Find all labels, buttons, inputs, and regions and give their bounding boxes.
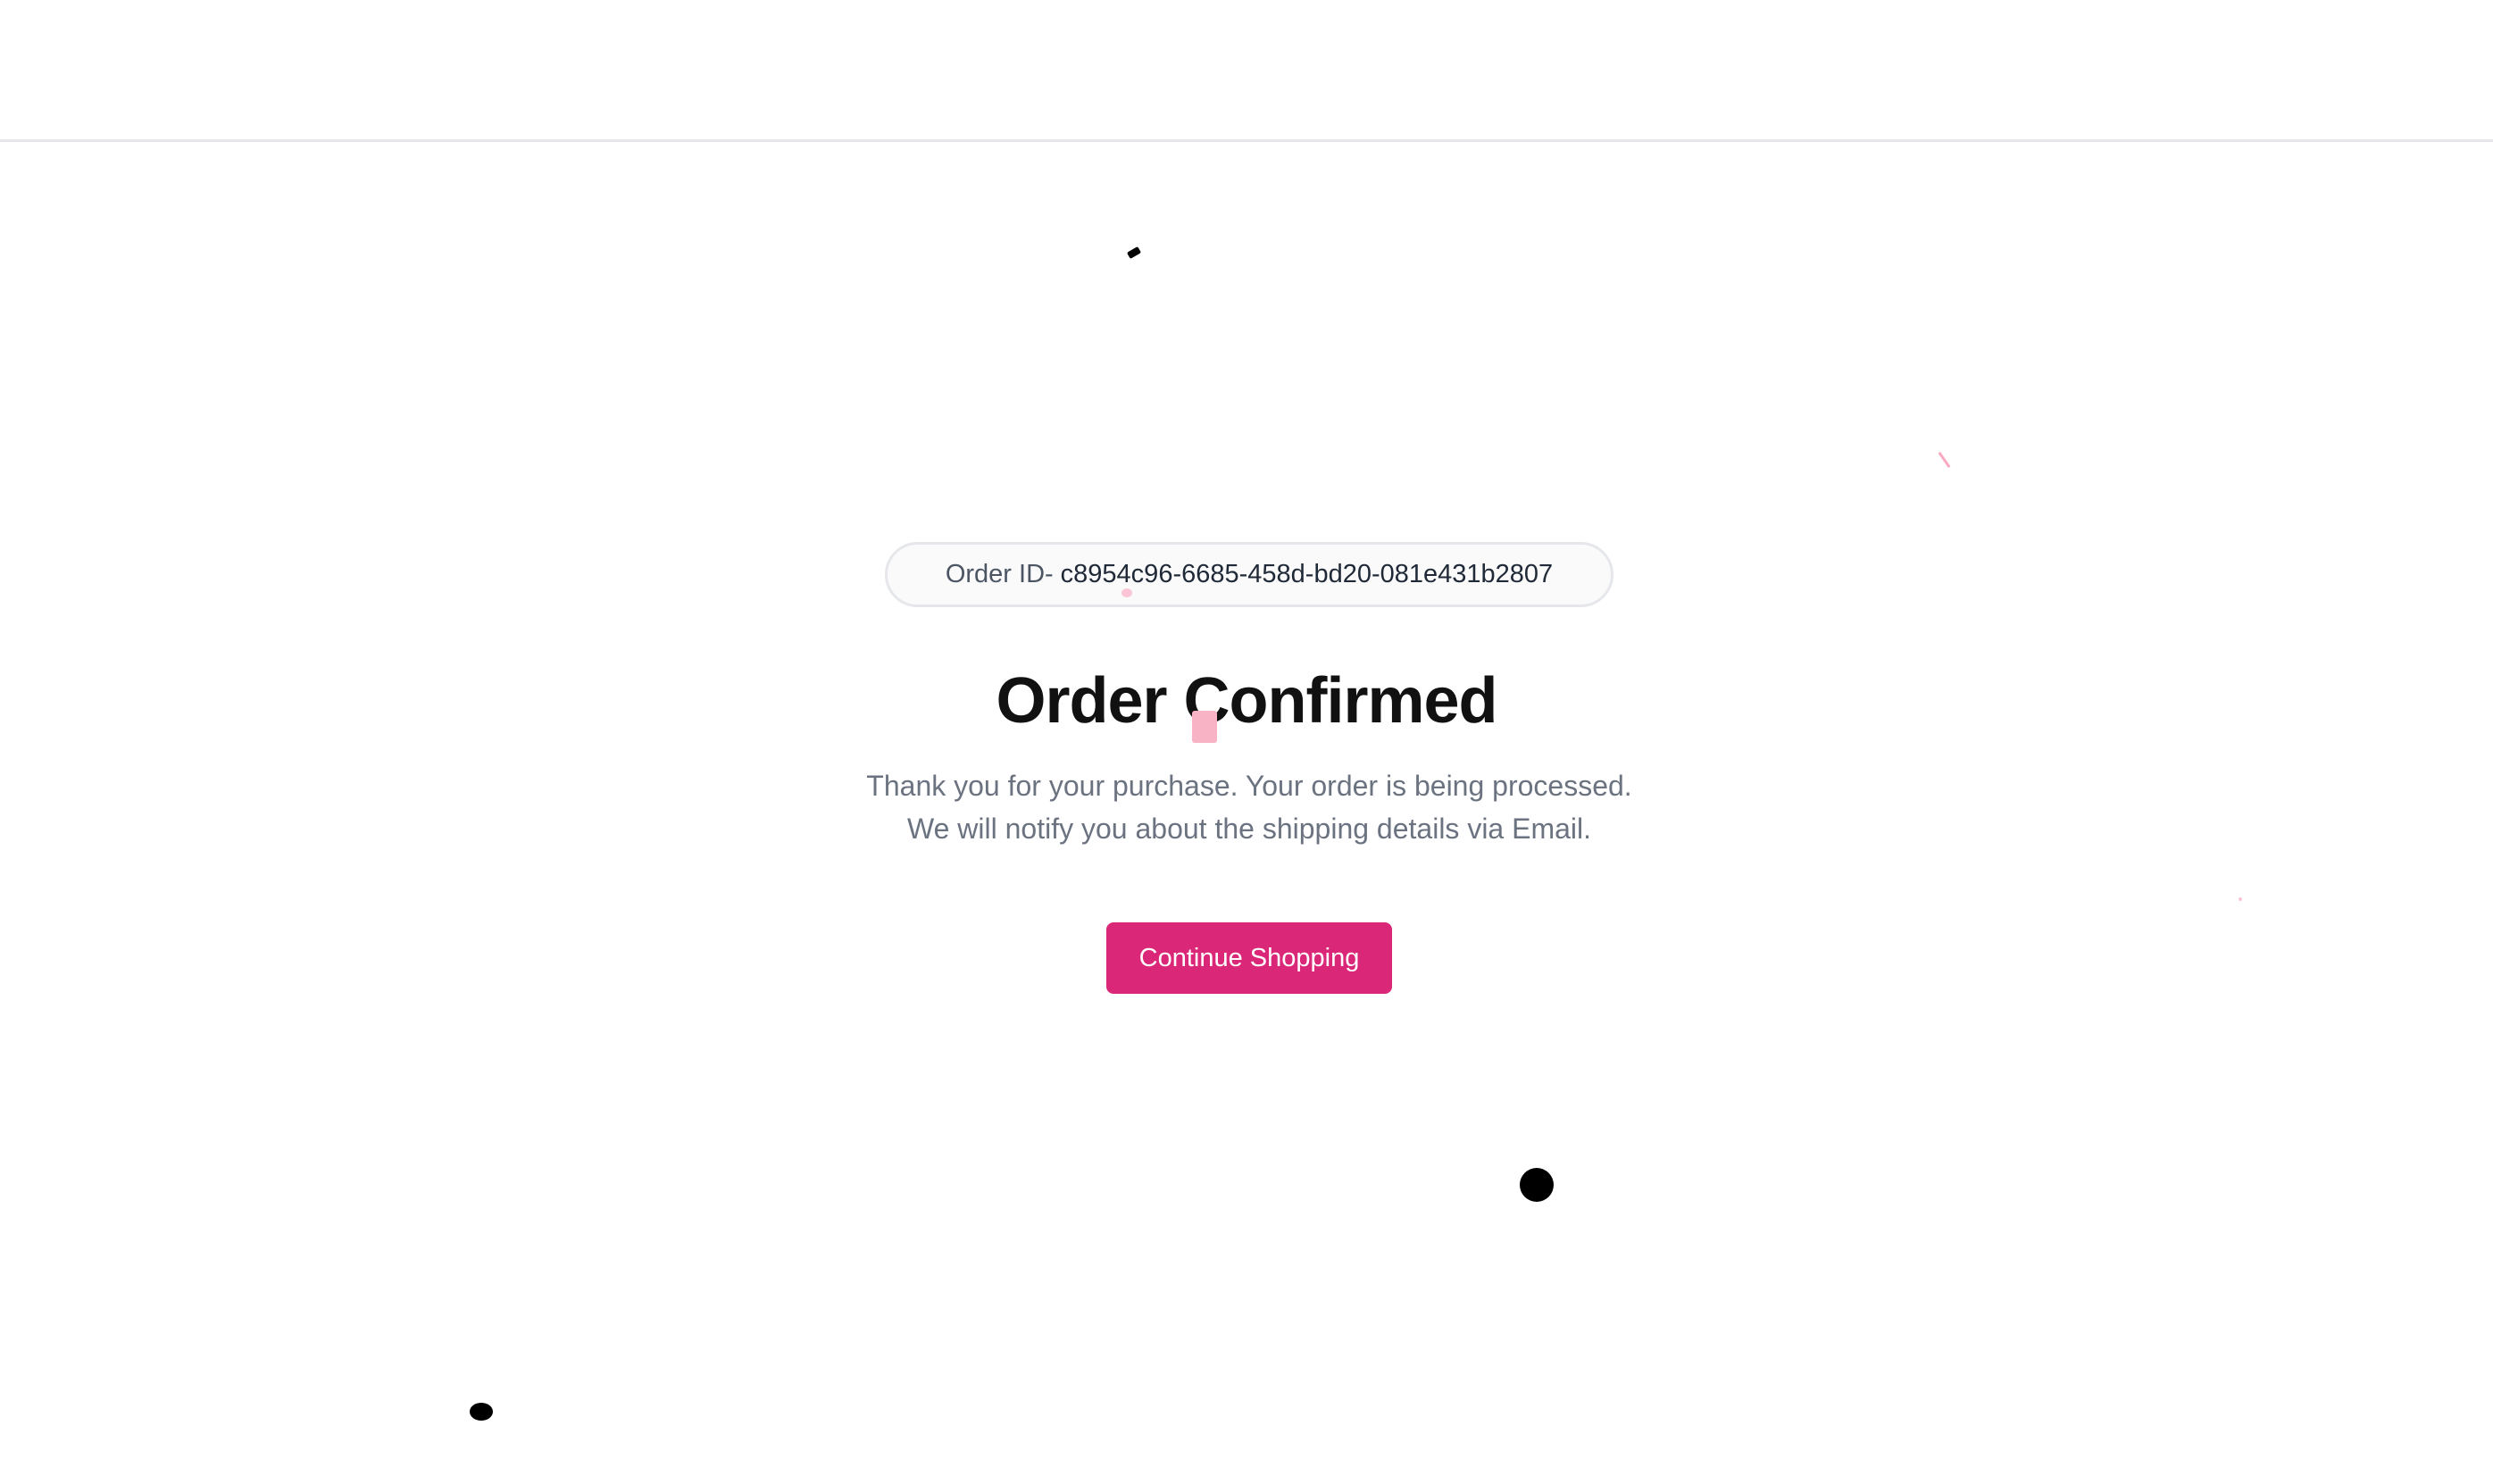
order-id-value: c8954c96-6685-458d-bd20-081e431b2807 — [1060, 560, 1554, 588]
confetti-piece — [1121, 588, 1132, 597]
order-id-badge: Order ID- c8954c96-6685-458d-bd20-081e43… — [885, 542, 1613, 607]
confirmation-message: Thank you for your purchase. Your order … — [866, 770, 1632, 845]
continue-shopping-button[interactable]: Continue Shopping — [1106, 922, 1392, 994]
confetti-piece — [1192, 711, 1217, 743]
page-title: Order Confirmed — [996, 665, 1497, 737]
confetti-piece — [470, 1403, 493, 1421]
confetti-piece — [2239, 897, 2242, 901]
order-id-label: Order ID- — [945, 560, 1054, 588]
confirmation-content: Order ID- c8954c96-6685-458d-bd20-081e43… — [0, 0, 2493, 1484]
confetti-piece — [1520, 1168, 1554, 1202]
order-confirmation-page: Order ID- c8954c96-6685-458d-bd20-081e43… — [0, 0, 2493, 1484]
